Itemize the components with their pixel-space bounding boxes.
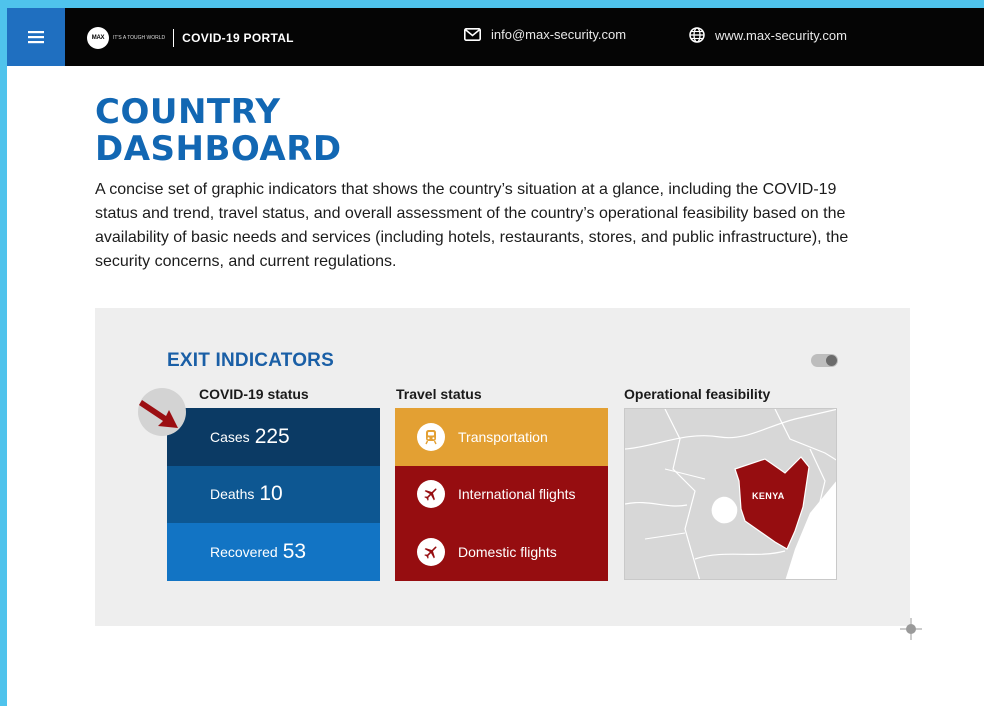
airplane-icon [417,537,445,566]
toggle-knob [826,355,837,366]
operational-feasibility-map[interactable]: KENYA [624,408,837,580]
recovered-label: Recovered [210,543,278,560]
recovered-value: 53 [282,539,307,563]
cases-label: Cases [210,428,250,445]
deaths-value: 10 [259,482,283,506]
airplane-icon [417,480,445,509]
arrow-down-right-icon [139,400,178,428]
covid-status-label: COVID-19 status [199,386,309,402]
page-title-line-1: COUNTRY [95,92,281,132]
travel-status-stack: Transportation International flights Dom… [395,408,608,581]
page-title-line-2: DASHBOARD [95,129,342,169]
kenya-map-graphic [625,409,836,579]
page-description: A concise set of graphic indicators that… [95,181,849,270]
globe-icon [689,27,705,43]
logo-tagline: IT'S A TOUGH WORLD [113,35,166,41]
deaths-label: Deaths [210,486,255,503]
transportation-label: Transportation [458,428,548,445]
page-frame: MAX IT'S A TOUGH WORLD COVID-19 PORTAL i… [7,8,984,706]
travel-transportation-item[interactable]: Transportation [395,408,608,466]
portal-logo[interactable]: MAX IT'S A TOUGH WORLD COVID-19 PORTAL [87,27,294,49]
page-title: COUNTRY DASHBOARD [95,94,342,168]
international-flights-label: International flights [458,486,576,503]
exit-indicators-panel: EXIT INDICATORS COVID-19 status Travel s… [95,308,910,626]
envelope-icon [464,28,481,41]
max-logo-mark: MAX [87,27,109,49]
panel-toggle-switch[interactable] [811,354,838,367]
covid-trend-badge [138,388,186,436]
covid-cases-row: Cases 225 [167,408,380,466]
travel-domestic-flights-item[interactable]: Domestic flights [395,523,608,581]
covid-status-stack: Cases 225 Deaths 10 Recovered 53 [167,408,380,581]
portal-title: COVID-19 PORTAL [182,31,294,45]
covid-recovered-row: Recovered 53 [167,523,380,581]
highlighted-country-label: KENYA [752,491,785,501]
email-text: info@max-security.com [491,27,627,42]
hamburger-menu-icon [28,31,44,44]
cases-value: 225 [254,424,290,448]
crosshair-target-icon [900,618,922,640]
website-text: www.max-security.com [715,27,847,43]
logo-divider [173,29,175,47]
email-link[interactable]: info@max-security.com [464,27,626,42]
covid-deaths-row: Deaths 10 [167,465,380,523]
top-bar: MAX IT'S A TOUGH WORLD COVID-19 PORTAL i… [7,8,984,66]
panel-title: EXIT INDICATORS [167,350,334,371]
travel-international-flights-item[interactable]: International flights [395,465,608,523]
website-link[interactable]: www.max-security.com [689,27,847,43]
travel-status-label: Travel status [396,386,482,402]
hamburger-menu-button[interactable] [7,8,65,66]
train-icon [417,422,445,451]
domestic-flights-label: Domestic flights [458,543,557,560]
operational-feasibility-label: Operational feasibility [624,386,771,402]
